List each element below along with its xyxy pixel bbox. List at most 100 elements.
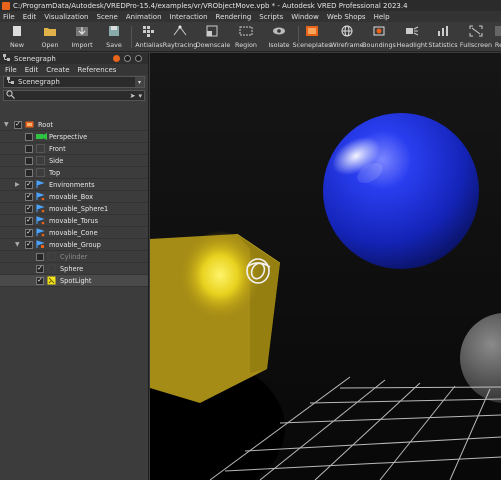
toolbar-statistics-button[interactable]: Statistics xyxy=(427,24,459,51)
scenegraph-node-label: SpotLight xyxy=(60,276,92,285)
toolbar-downscale-button[interactable]: Downscale xyxy=(196,24,230,51)
scenegraph-icon xyxy=(3,53,11,64)
visibility-checkbox[interactable] xyxy=(36,276,44,285)
toolbar-wireframe-button[interactable]: Wireframe xyxy=(330,24,364,51)
scenegraph-node-label: Top xyxy=(49,168,61,177)
visibility-checkbox[interactable] xyxy=(25,132,33,141)
scenegraph-selector-value: Scenegraph xyxy=(18,78,60,86)
menu-scene[interactable]: Scene xyxy=(97,13,118,21)
window-title: C:/ProgramData/Autodesk/VREDPro-15.4/exa… xyxy=(13,1,408,10)
scenegraph-node-label: Root xyxy=(38,120,53,129)
toolbar-open-button[interactable]: Open xyxy=(34,24,66,51)
scenegraph-search-input[interactable]: ➤ ▾ xyxy=(3,90,145,101)
scenegraph-selector-dropdown[interactable]: Scenegraph ▾ xyxy=(3,76,145,88)
toolbar-rep-button[interactable]: Rep xyxy=(485,24,501,51)
menu-interaction[interactable]: Interaction xyxy=(170,13,208,21)
menu-window[interactable]: Window xyxy=(291,13,319,21)
statistics-icon xyxy=(436,24,451,37)
title-bar: C:/ProgramData/Autodesk/VREDPro-15.4/exa… xyxy=(0,0,501,11)
scenegraph-node-movable-sphere1[interactable]: movable_Sphere1 xyxy=(0,203,148,215)
visibility-checkbox[interactable] xyxy=(36,252,44,261)
scenegraph-node-top[interactable]: Top xyxy=(0,167,148,179)
toolbar-label: Wireframe xyxy=(330,41,364,49)
scenegraph-node-label: Environments xyxy=(49,180,95,189)
toolbar-raytracing-button[interactable]: Raytracing xyxy=(162,24,198,51)
scenegraph-menu-edit[interactable]: Edit xyxy=(25,66,39,74)
visibility-checkbox[interactable] xyxy=(25,240,33,249)
toolbar-headlight-button[interactable]: Headlight xyxy=(396,24,428,51)
visibility-checkbox[interactable] xyxy=(25,180,33,189)
scenegraph-node-movable-cone[interactable]: movable_Cone xyxy=(0,227,148,239)
chevron-down-icon[interactable]: ▾ xyxy=(135,77,144,87)
visibility-checkbox[interactable] xyxy=(14,120,22,129)
toolbar-isolate-button[interactable]: Isolate xyxy=(263,24,295,51)
scenegraph-menu-create[interactable]: Create xyxy=(46,66,69,74)
toolbar-boundings-button[interactable]: Boundings xyxy=(362,24,396,51)
scenegraph-node-side[interactable]: Side xyxy=(0,155,148,167)
scenegraph-node-cylinder[interactable]: Cylinder xyxy=(0,251,148,263)
filter-dropdown-icon[interactable]: ▾ xyxy=(138,92,142,100)
visibility-checkbox[interactable] xyxy=(25,192,33,201)
save-icon xyxy=(107,24,122,37)
chevron-down-icon[interactable]: ▼ xyxy=(4,121,9,128)
scenegraph-node-movable-torus[interactable]: movable_Torus xyxy=(0,215,148,227)
isolate-icon xyxy=(272,24,287,37)
visibility-checkbox[interactable] xyxy=(36,264,44,273)
panel-pin-icon[interactable] xyxy=(124,55,131,62)
scenegraph-node-movable-group[interactable]: ▼ movable_Group xyxy=(0,239,148,251)
scenegraph-node-perspective[interactable]: Perspective xyxy=(0,131,148,143)
scenegraph-node-label: movable_Cone xyxy=(49,228,98,237)
main-menu-bar: File Edit Visualization Scene Animation Inter… xyxy=(0,11,501,22)
visibility-checkbox[interactable] xyxy=(25,168,33,177)
toolbar-label: Antialias xyxy=(135,41,163,49)
chevron-right-icon[interactable]: ▶ xyxy=(15,181,20,188)
render-viewport[interactable] xyxy=(150,53,501,480)
visibility-checkbox[interactable] xyxy=(25,204,33,213)
menu-scripts[interactable]: Scripts xyxy=(259,13,283,21)
toolbar-antialias-button[interactable]: Antialias xyxy=(133,24,165,51)
visibility-checkbox[interactable] xyxy=(25,228,33,237)
visibility-checkbox[interactable] xyxy=(25,216,33,225)
scenegraph-menu-file[interactable]: File xyxy=(5,66,17,74)
toolbar-region-button[interactable]: Region xyxy=(230,24,262,51)
menu-edit[interactable]: Edit xyxy=(23,13,37,21)
scenegraph-panel: Scenegraph File Edit Create References Scen… xyxy=(0,53,149,480)
scenegraph-node-spotlight[interactable]: SpotLight xyxy=(0,275,148,287)
wireframe-icon xyxy=(340,24,355,37)
scenegraph-node-sphere[interactable]: Sphere xyxy=(0,263,148,275)
scenegraph-node-movable-box[interactable]: movable_Box xyxy=(0,191,148,203)
menu-file[interactable]: File xyxy=(3,13,15,21)
toolbar-save-button[interactable]: Save xyxy=(98,24,130,51)
scenegraph-panel-header: Scenegraph xyxy=(0,53,148,64)
main-toolbar: New Open Import Save Antialias Raytracing Down… xyxy=(0,22,501,52)
scenegraph-node-label: Perspective xyxy=(49,132,88,141)
scenegraph-small-icon xyxy=(7,77,15,87)
chevron-down-icon[interactable]: ▼ xyxy=(15,241,20,248)
scenegraph-node-environments[interactable]: ▶ Environments xyxy=(0,179,148,191)
panel-float-icon[interactable] xyxy=(113,55,120,62)
open-icon xyxy=(43,24,58,37)
menu-animation[interactable]: Animation xyxy=(126,13,162,21)
scenegraph-node-root[interactable]: ▼ Root xyxy=(0,119,148,131)
menu-visualization[interactable]: Visualization xyxy=(44,13,88,21)
blue-sphere[interactable] xyxy=(323,113,479,269)
rep-icon xyxy=(494,24,501,37)
region-icon xyxy=(239,24,254,37)
menu-web-shops[interactable]: Web Shops xyxy=(327,13,366,21)
camera-icon xyxy=(36,132,47,141)
scenegraph-node-label: movable_Torus xyxy=(49,216,99,225)
visibility-checkbox[interactable] xyxy=(25,156,33,165)
pick-cursor-icon[interactable]: ➤ xyxy=(130,92,136,100)
panel-close-icon[interactable] xyxy=(135,55,142,62)
scenegraph-node-front[interactable]: Front xyxy=(0,143,148,155)
toolbar-label: Raytracing xyxy=(162,41,198,49)
scenegraph-menu-references[interactable]: References xyxy=(78,66,117,74)
toolbar-import-button[interactable]: Import xyxy=(66,24,98,51)
menu-rendering[interactable]: Rendering xyxy=(216,13,252,21)
toolbar-sceneplates-button[interactable]: Sceneplates xyxy=(293,24,332,51)
menu-help[interactable]: Help xyxy=(374,13,390,21)
toolbar-label: Statistics xyxy=(428,41,458,49)
visibility-checkbox[interactable] xyxy=(25,144,33,153)
transform-icon xyxy=(36,216,45,225)
toolbar-new-button[interactable]: New xyxy=(1,24,33,51)
